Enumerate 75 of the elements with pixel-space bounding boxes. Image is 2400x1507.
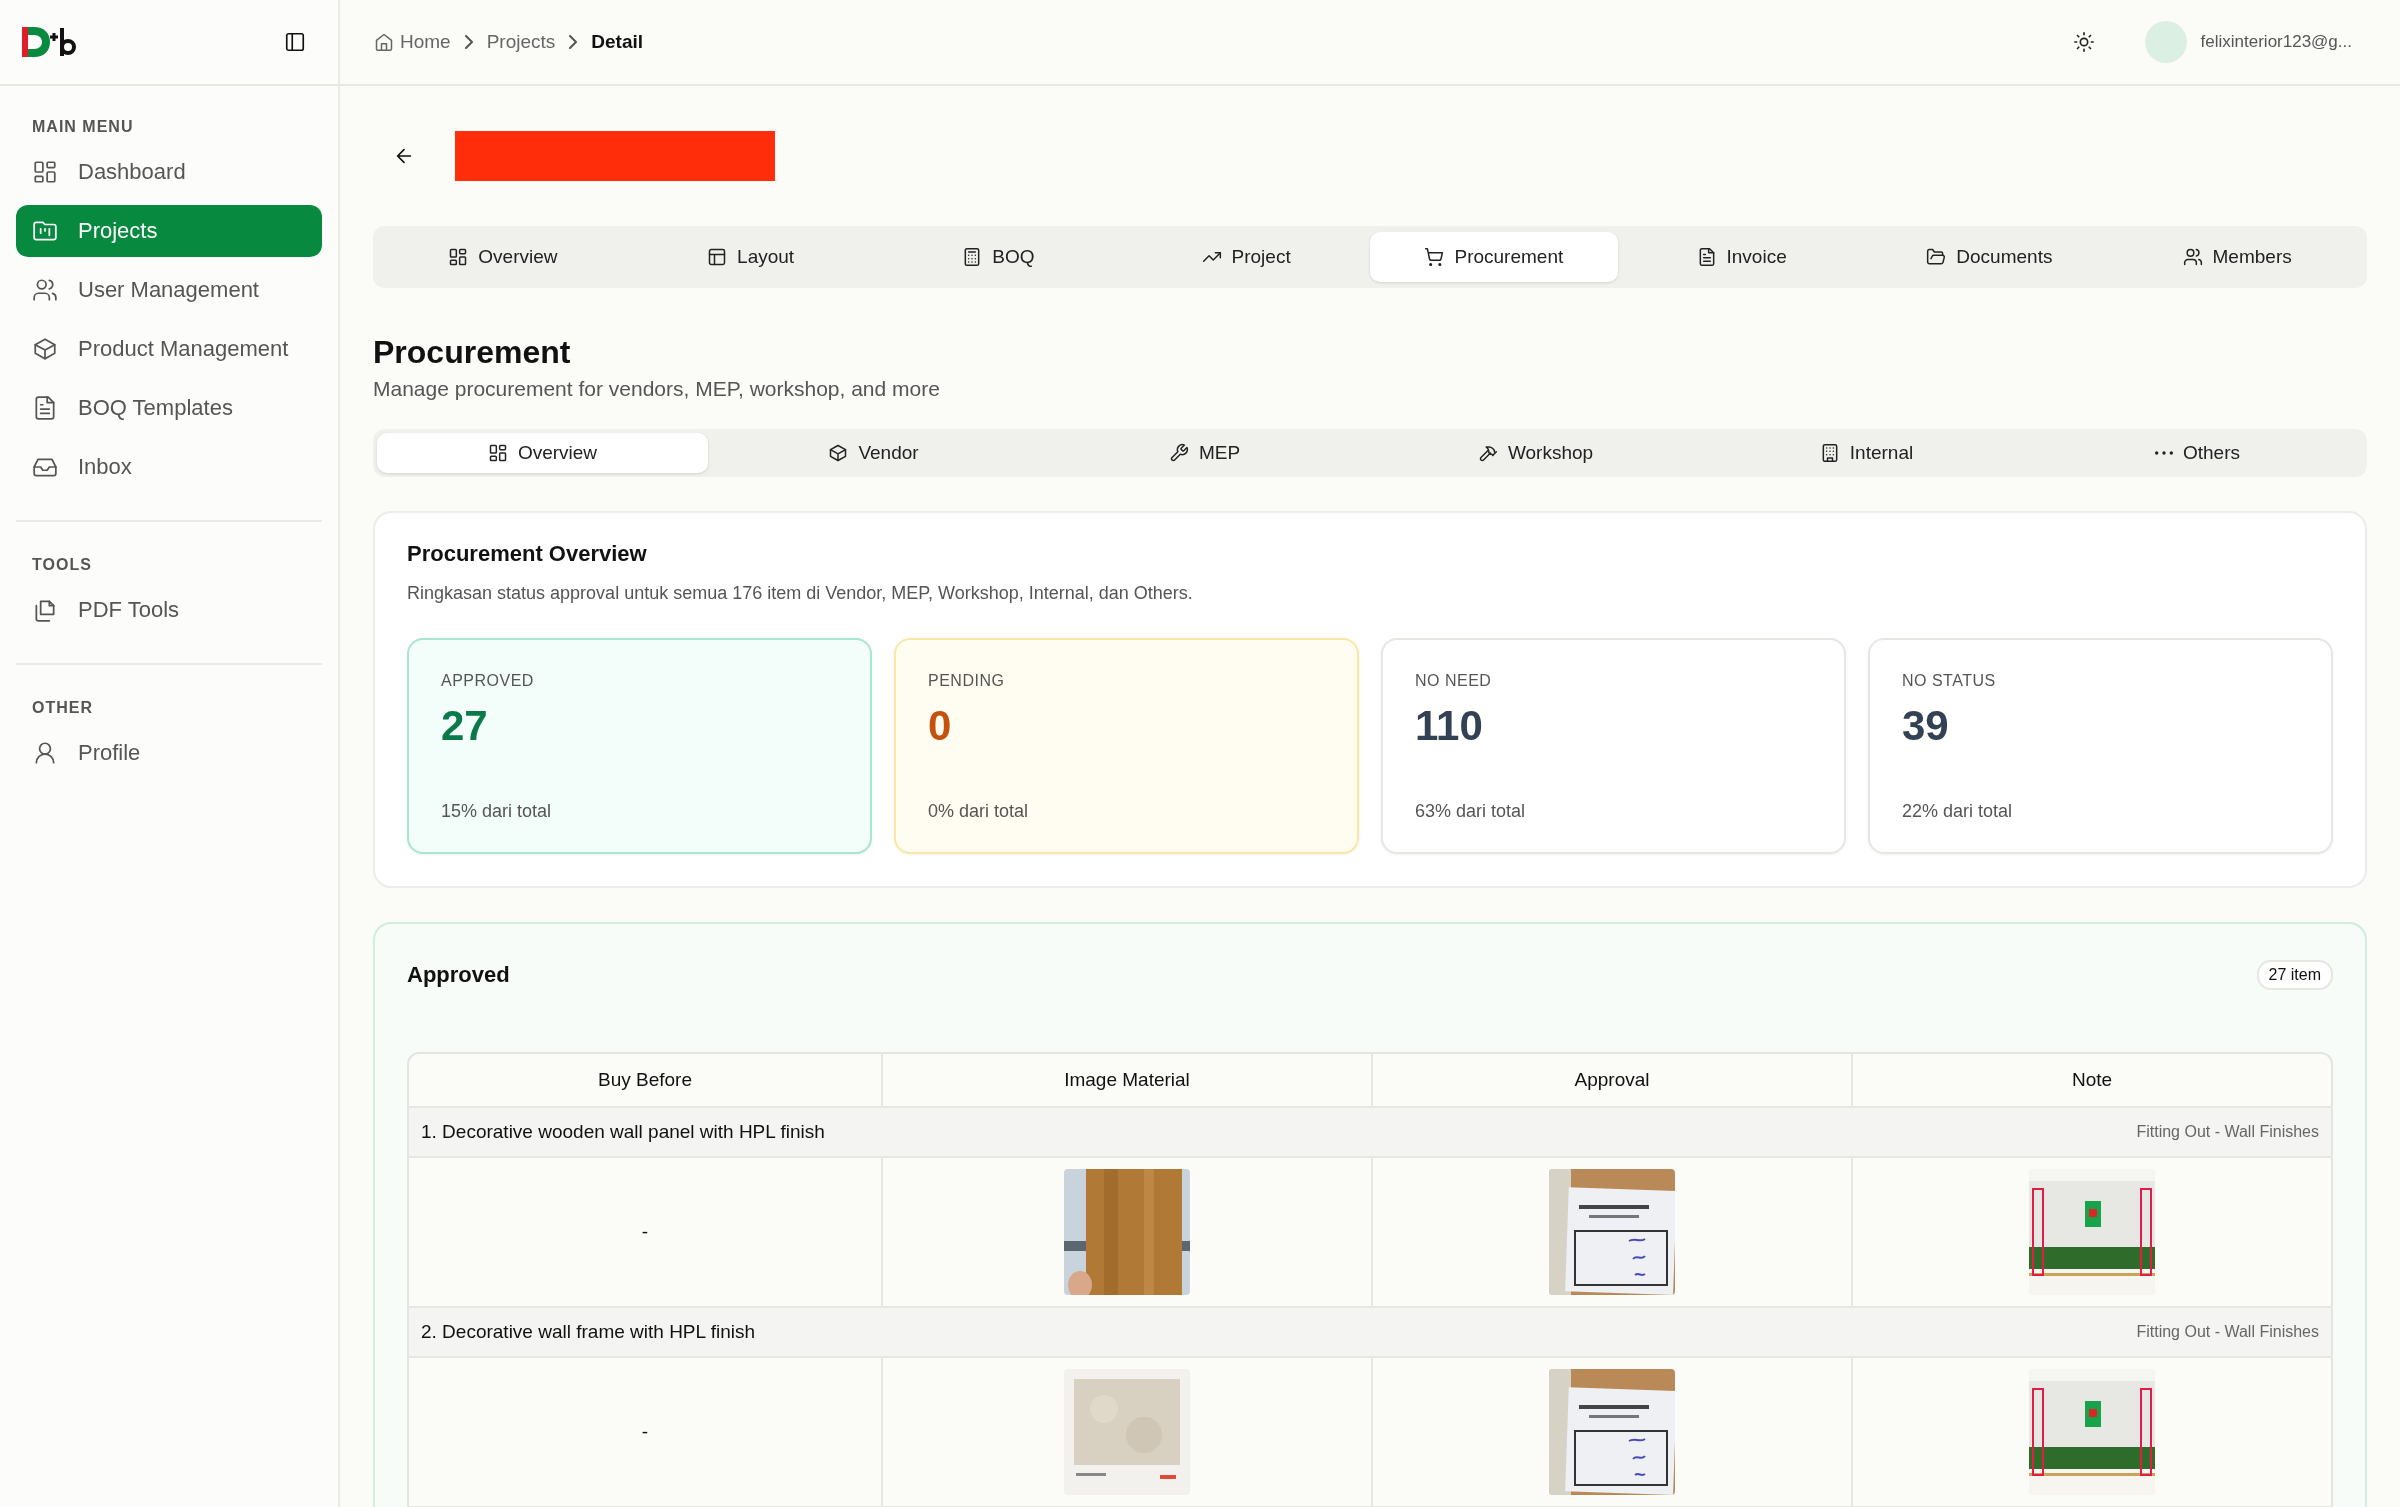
stat-label: NO STATUS: [1902, 672, 1997, 690]
table-cell: -: [641, 1221, 649, 1243]
card-description: Ringkasan status approval untuk semua 176 item di Vendor, MEP, Workshop, Internal, dan Others.: [407, 583, 1194, 604]
sidebar-item[interactable]: Product Management: [16, 323, 322, 375]
box-icon: [32, 336, 58, 362]
sidebar-item[interactable]: BOQ Templates: [16, 382, 322, 434]
section-heading: TOOLS: [31, 556, 93, 574]
stat-note: 15% dari total: [441, 801, 553, 822]
ellipsis-icon: [2155, 451, 2173, 455]
sidebar-item[interactable]: User Management: [16, 264, 322, 316]
tab[interactable]: Workshop: [1370, 433, 1701, 473]
chevron-right-icon: [464, 35, 473, 49]
grid-icon: [448, 247, 469, 267]
section-heading: OTHER: [31, 699, 94, 717]
stat-value: 39: [1902, 702, 1950, 750]
users-icon: [2182, 247, 2203, 267]
stat-note: 0% dari total: [928, 801, 1030, 822]
chevron-right-icon: [569, 35, 578, 49]
tab[interactable]: Vendor: [708, 433, 1039, 473]
section-heading: MAIN MENU: [31, 118, 135, 136]
document-icon: [32, 395, 58, 421]
wrench-icon: [1168, 443, 1189, 463]
item-name: 1. Decorative wooden wall panel with HPL finish: [421, 1121, 825, 1143]
tab[interactable]: Invoice: [1617, 232, 1866, 282]
layout-icon: [707, 247, 728, 267]
stat-note: 63% dari total: [1415, 801, 1527, 822]
page-subtitle: Manage procurement for vendors, MEP, workshop, and more: [373, 377, 941, 401]
breadcrumb-link[interactable]: Home: [374, 31, 451, 53]
tab[interactable]: Overview: [377, 433, 708, 473]
breadcrumb-link[interactable]: Detail: [591, 31, 644, 53]
cart-icon: [1424, 247, 1445, 267]
tab[interactable]: Procurement: [1370, 232, 1618, 282]
sidebar-item[interactable]: Dashboard: [16, 146, 322, 198]
stat-label: NO NEED: [1415, 672, 1493, 690]
users-icon: [32, 277, 58, 303]
stat-value: 27: [441, 702, 489, 750]
hammer-icon: [1477, 443, 1498, 463]
folder-icon: [32, 218, 58, 244]
folder-icon: [1926, 247, 1947, 267]
stat-value: 110: [1415, 702, 1484, 750]
item-category: Fitting Out - Wall Finishes: [2136, 1323, 2319, 1341]
dashboard-icon: [32, 159, 58, 185]
stat-note: 22% dari total: [1902, 801, 2014, 822]
tab[interactable]: Overview: [379, 232, 627, 282]
home-icon: [374, 32, 394, 52]
tab[interactable]: Project: [1122, 232, 1370, 282]
grid-icon: [487, 443, 508, 463]
sidebar-toggle-icon[interactable]: [284, 31, 306, 53]
sidebar-item[interactable]: Inbox: [16, 441, 322, 493]
card-title: Procurement Overview: [407, 541, 648, 567]
stat-label: PENDING: [928, 672, 1006, 690]
logo-icon: [20, 25, 78, 59]
tab[interactable]: Documents: [1865, 232, 2114, 282]
tab[interactable]: Internal: [1701, 433, 2032, 473]
breadcrumb-link[interactable]: Projects: [486, 31, 556, 53]
tab[interactable]: MEP: [1039, 433, 1370, 473]
table-cell: -: [641, 1421, 649, 1443]
box-icon: [828, 443, 849, 463]
sidebar-item[interactable]: PDF Tools: [16, 584, 322, 636]
sun-icon[interactable]: [2072, 31, 2095, 53]
tab[interactable]: Members: [2113, 232, 2361, 282]
tab[interactable]: Others: [2032, 433, 2363, 473]
item-category: Fitting Out - Wall Finishes: [2136, 1123, 2319, 1141]
section-title: Approved: [407, 962, 510, 988]
tab[interactable]: BOQ: [874, 232, 1123, 282]
count-badge: 27 item: [2256, 960, 2333, 990]
user-email[interactable]: felixinterior123@g...: [2200, 32, 2352, 52]
files-icon: [32, 597, 58, 623]
stat-value: 0: [928, 702, 953, 750]
page-title: Procurement: [373, 334, 572, 371]
tab[interactable]: Layout: [626, 232, 875, 282]
sidebar-item[interactable]: Projects: [16, 205, 322, 257]
stat-label: APPROVED: [441, 672, 535, 690]
sidebar-item[interactable]: Profile: [16, 727, 322, 779]
item-name: 2. Decorative wall frame with HPL finish: [421, 1321, 756, 1343]
